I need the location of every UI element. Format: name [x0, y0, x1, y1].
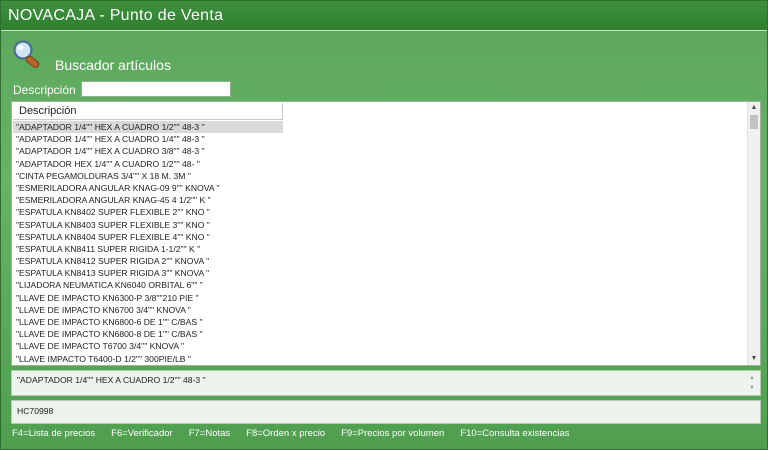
app-window: NOVACAJA - Punto de Venta Buscador artíc… [0, 0, 768, 450]
shortcut-hint: F4=Lista de precios [12, 428, 96, 439]
table-row[interactable]: "LLAVE IMPACTO T6400-D 1/2"" 300PIE/LB " [13, 353, 283, 365]
shortcut-hint: F8=Orden x precio [246, 428, 326, 439]
selected-description-box[interactable]: "ADAPTADOR 1/4"" HEX A CUADRO 1/2"" 48-3… [11, 370, 761, 396]
search-icon [11, 39, 45, 71]
vertical-scrollbar[interactable]: ▲ ▼ [747, 102, 760, 365]
scroll-up-arrow-icon[interactable]: ▲ [748, 102, 760, 114]
table-row[interactable]: "ESPATULA KN8404 SUPER FLEXIBLE 4"" KNO … [13, 231, 283, 243]
table-row[interactable]: "LLAVE DE IMPACTO KN6300-P 3/8""210 PIE … [13, 292, 283, 304]
shortcut-hint: F7=Notas [188, 428, 231, 439]
detail-scroll-arrows-icon[interactable]: ▲ ▼ [747, 373, 757, 393]
description-label: Descripción [13, 83, 76, 97]
articles-list: "ADAPTADOR 1/4"" HEX A CUADRO 1/2"" 48-3… [13, 121, 749, 366]
table-row[interactable]: "ESPATULA KN8413 SUPER RIGIDA 3"" KNOVA … [13, 267, 283, 279]
shortcut-hint: F6=Verificador [111, 428, 173, 439]
table-row[interactable]: "ESPATULA KN8411 SUPER RIGIDA 1-1/2"" K … [13, 243, 283, 255]
table-row[interactable]: "ESMERILADORA ANGULAR KNAG-45 4 1/2"" K … [13, 194, 283, 206]
section-title: Buscador artículos [55, 57, 171, 73]
table-row[interactable]: "LLAVE DE IMPACTO T6700 3/4"" KNOVA " [13, 340, 283, 352]
column-header-description[interactable]: Descripción [13, 103, 283, 120]
table-row[interactable]: "ADAPTADOR HEX 1/4"" A CUADRO 1/2"" 48- … [13, 158, 283, 170]
table-row[interactable]: "LIJADORA NEUMATICA KN6040 ORBITAL 6"" " [13, 279, 283, 291]
table-row[interactable]: "ESPATULA KN8403 SUPER FLEXIBLE 3"" KNO … [13, 219, 283, 231]
shortcut-hint: F9=Precios por volumen [341, 428, 445, 439]
articles-grid[interactable]: Descripción "ADAPTADOR 1/4"" HEX A CUADR… [11, 101, 761, 366]
article-code-box[interactable]: HC70998 [11, 400, 761, 424]
selected-description-text: "ADAPTADOR 1/4"" HEX A CUADRO 1/2"" 48-3… [17, 375, 206, 385]
table-row[interactable]: "ESMERILADORA ANGULAR KNAG-09 9"" KNOVA … [13, 182, 283, 194]
shortcut-hint: F10=Consulta existencias [460, 428, 570, 439]
table-row[interactable]: "LLAVE DE IMPACTO KN6700 3/4"" KNOVA " [13, 304, 283, 316]
column-header-label: Descripción [19, 105, 77, 117]
article-code-text: HC70998 [17, 406, 54, 416]
table-row[interactable]: "LLAVE IMPACTO T6400-L 1/2"" 300 PIE/LB … [13, 365, 283, 366]
table-row[interactable]: "LLAVE DE IMPACTO KN6800-8 DE 1"" C/BAS … [13, 328, 283, 340]
table-row[interactable]: "ESPATULA KN8412 SUPER RIGIDA 2"" KNOVA … [13, 255, 283, 267]
scroll-thumb[interactable] [750, 115, 758, 129]
title-bar: NOVACAJA - Punto de Venta [1, 1, 767, 31]
description-search-input[interactable] [81, 81, 231, 97]
table-row[interactable]: "ADAPTADOR 1/4"" HEX A CUADRO 1/2"" 48-3… [13, 121, 283, 134]
table-row[interactable]: "ESPATULA KN8402 SUPER FLEXIBLE 2"" KNO … [13, 206, 283, 218]
table-row[interactable]: "ADAPTADOR 1/4"" HEX A CUADRO 3/8"" 48-3… [13, 145, 283, 157]
window-title: NOVACAJA - Punto de Venta [8, 7, 224, 24]
table-row[interactable]: "ADAPTADOR 1/4"" HEX A CUADRO 1/4"" 48-3… [13, 133, 283, 145]
scroll-down-arrow-icon[interactable]: ▼ [748, 353, 760, 365]
table-row[interactable]: "CINTA PEGAMOLDURAS 3/4"" X 18 M. 3M " [13, 170, 283, 182]
table-row[interactable]: "LLAVE DE IMPACTO KN6800-6 DE 1"" C/BAS … [13, 316, 283, 328]
shortcut-bar: F4=Lista de precios F6=Verificador F7=Nota… [12, 428, 585, 442]
